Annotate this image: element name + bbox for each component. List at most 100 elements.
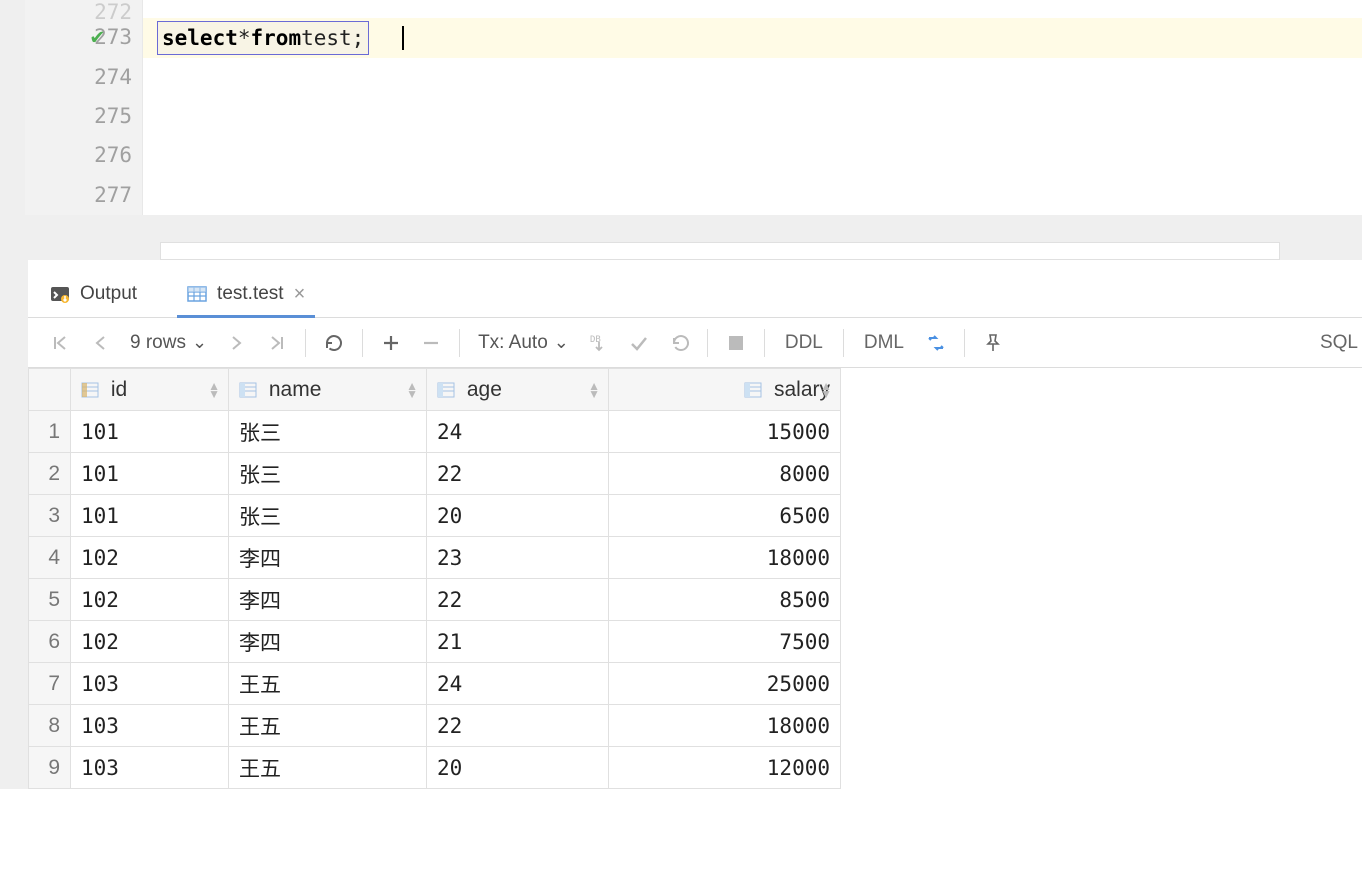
cell-age[interactable]: 22 (427, 453, 609, 495)
cell-age[interactable]: 20 (427, 495, 609, 537)
rownum-header[interactable] (29, 369, 71, 411)
add-row-button[interactable] (371, 323, 411, 363)
column-header-age[interactable]: age ▲▼ (427, 369, 609, 411)
cell-id[interactable]: 102 (71, 537, 229, 579)
sql-button[interactable]: SQL (1308, 332, 1362, 354)
column-header-salary[interactable]: salary ▲▼ (609, 369, 841, 411)
cell-id[interactable]: 102 (71, 621, 229, 663)
cell-salary[interactable]: 6500 (609, 495, 841, 537)
cell-salary[interactable]: 18000 (609, 705, 841, 747)
gutter-line[interactable]: 272 (25, 0, 142, 18)
gutter-line[interactable]: 273✔ (25, 18, 142, 57)
cell-id[interactable]: 103 (71, 663, 229, 705)
table-row[interactable]: 4102李四2318000 (29, 537, 841, 579)
table-row[interactable]: 2101张三228000 (29, 453, 841, 495)
cell-salary[interactable]: 15000 (609, 411, 841, 453)
cell-id[interactable]: 103 (71, 705, 229, 747)
code-line[interactable] (143, 0, 1362, 18)
commit-button[interactable] (619, 323, 659, 363)
cell-name[interactable]: 张三 (229, 453, 427, 495)
rownum-cell[interactable]: 6 (29, 621, 71, 663)
cell-salary[interactable]: 18000 (609, 537, 841, 579)
cell-name[interactable]: 李四 (229, 621, 427, 663)
pin-button[interactable] (973, 323, 1013, 363)
code-line[interactable]: select * from test; (143, 18, 1362, 58)
rownum-cell[interactable]: 7 (29, 663, 71, 705)
cell-salary[interactable]: 8000 (609, 453, 841, 495)
stop-button[interactable] (716, 323, 756, 363)
selection-box: select * from test; (157, 21, 369, 55)
cell-salary[interactable]: 12000 (609, 747, 841, 789)
cell-name[interactable]: 张三 (229, 411, 427, 453)
rownum-cell[interactable]: 1 (29, 411, 71, 453)
cell-age[interactable]: 23 (427, 537, 609, 579)
prev-page-button[interactable] (80, 323, 120, 363)
gutter-line[interactable]: 275 (25, 97, 142, 136)
cell-name[interactable]: 王五 (229, 705, 427, 747)
cell-name[interactable]: 王五 (229, 747, 427, 789)
code-line[interactable] (143, 138, 1362, 178)
cell-id[interactable]: 101 (71, 411, 229, 453)
remove-row-button[interactable] (411, 323, 451, 363)
compare-button[interactable] (916, 323, 956, 363)
cell-age[interactable]: 20 (427, 747, 609, 789)
column-header-id[interactable]: id ▲▼ (71, 369, 229, 411)
table-row[interactable]: 6102李四217500 (29, 621, 841, 663)
cell-age[interactable]: 22 (427, 705, 609, 747)
close-icon[interactable]: × (294, 283, 306, 306)
dml-button[interactable]: DML (852, 332, 916, 354)
table-row[interactable]: 9103王五2012000 (29, 747, 841, 789)
table-row[interactable]: 7103王五2425000 (29, 663, 841, 705)
cell-age[interactable]: 24 (427, 663, 609, 705)
db-submit-button[interactable]: DB (579, 323, 619, 363)
table-row[interactable]: 8103王五2218000 (29, 705, 841, 747)
cell-name[interactable]: 李四 (229, 579, 427, 621)
tx-mode-dropdown[interactable]: Tx: Auto ⌄ (468, 332, 579, 354)
last-page-button[interactable] (257, 323, 297, 363)
code-line[interactable] (143, 178, 1362, 218)
rownum-cell[interactable]: 8 (29, 705, 71, 747)
cell-age[interactable]: 24 (427, 411, 609, 453)
cell-age[interactable]: 21 (427, 621, 609, 663)
cell-salary[interactable]: 8500 (609, 579, 841, 621)
table-row[interactable]: 3101张三206500 (29, 495, 841, 537)
cell-salary[interactable]: 25000 (609, 663, 841, 705)
table-row[interactable]: 5102李四228500 (29, 579, 841, 621)
tab-output[interactable]: Output (40, 271, 147, 317)
gutter-line[interactable]: 277 (25, 176, 142, 215)
cell-salary[interactable]: 7500 (609, 621, 841, 663)
ddl-button[interactable]: DDL (773, 332, 835, 354)
sort-icon[interactable]: ▲▼ (820, 382, 832, 398)
code-line[interactable] (143, 58, 1362, 98)
rows-count-dropdown[interactable]: 9 rows ⌄ (120, 332, 217, 354)
rollback-button[interactable] (659, 323, 699, 363)
rownum-cell[interactable]: 3 (29, 495, 71, 537)
gutter-line[interactable]: 276 (25, 136, 142, 175)
editor-code-area[interactable]: select * from test; (143, 0, 1362, 215)
cell-name[interactable]: 张三 (229, 495, 427, 537)
cell-id[interactable]: 101 (71, 495, 229, 537)
editor-horizontal-scrollbar[interactable] (160, 242, 1280, 260)
data-table[interactable]: id ▲▼ name ▲▼ age (28, 368, 841, 789)
cell-id[interactable]: 101 (71, 453, 229, 495)
rownum-cell[interactable]: 4 (29, 537, 71, 579)
rownum-cell[interactable]: 5 (29, 579, 71, 621)
sort-icon[interactable]: ▲▼ (208, 382, 220, 398)
sort-icon[interactable]: ▲▼ (406, 382, 418, 398)
refresh-button[interactable] (314, 323, 354, 363)
gutter-line[interactable]: 274 (25, 57, 142, 96)
first-page-button[interactable] (40, 323, 80, 363)
cell-age[interactable]: 22 (427, 579, 609, 621)
next-page-button[interactable] (217, 323, 257, 363)
table-row[interactable]: 1101张三2415000 (29, 411, 841, 453)
rownum-cell[interactable]: 9 (29, 747, 71, 789)
cell-id[interactable]: 103 (71, 747, 229, 789)
sort-icon[interactable]: ▲▼ (588, 382, 600, 398)
code-line[interactable] (143, 98, 1362, 138)
column-header-name[interactable]: name ▲▼ (229, 369, 427, 411)
cell-name[interactable]: 王五 (229, 663, 427, 705)
tab-result[interactable]: test.test × (177, 271, 315, 317)
cell-id[interactable]: 102 (71, 579, 229, 621)
cell-name[interactable]: 李四 (229, 537, 427, 579)
rownum-cell[interactable]: 2 (29, 453, 71, 495)
